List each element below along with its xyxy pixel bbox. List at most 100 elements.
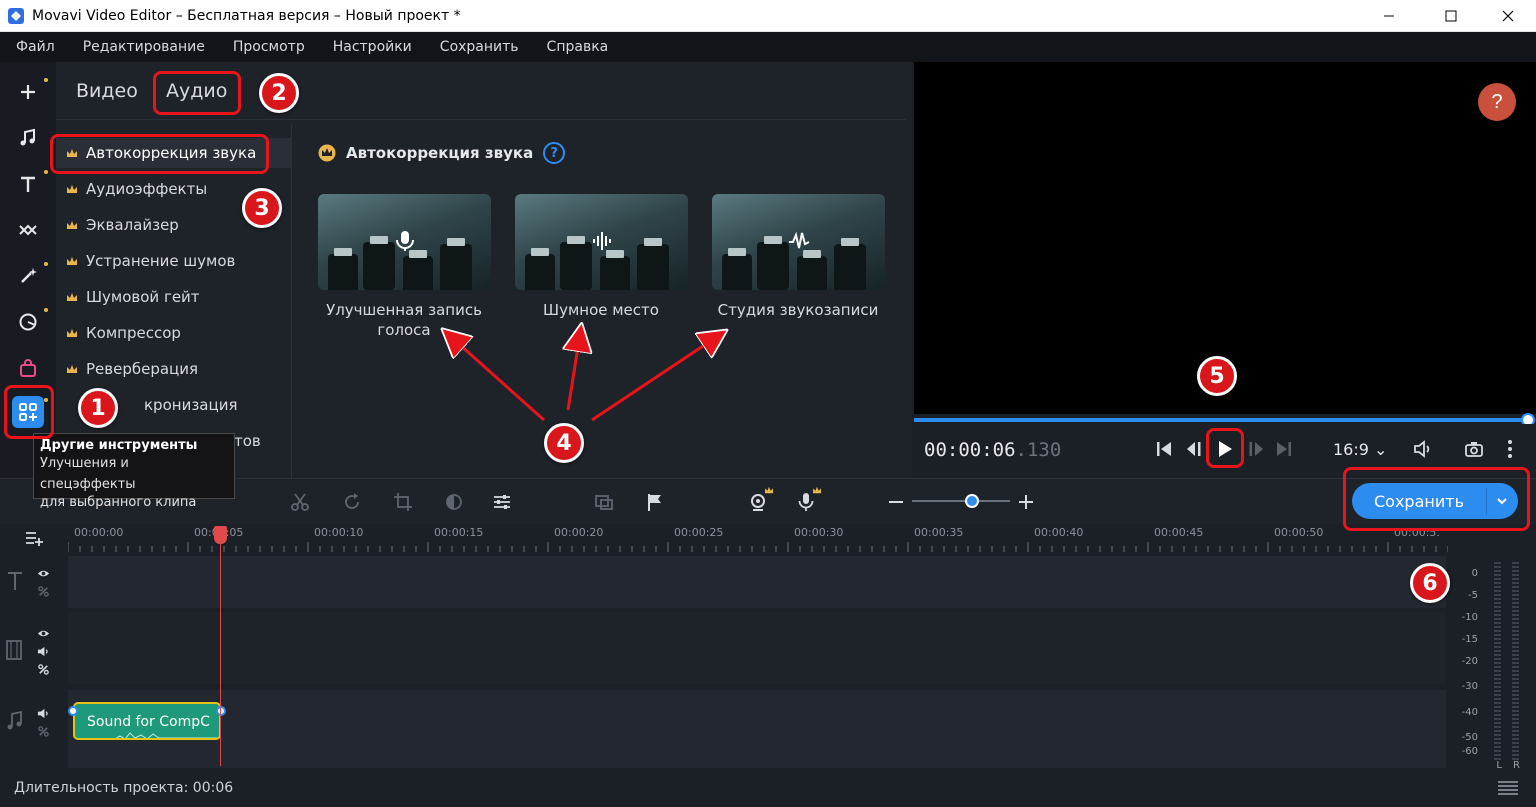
crop-button[interactable] — [391, 490, 415, 514]
video-track-header — [0, 624, 66, 680]
video-track[interactable] — [68, 612, 1446, 684]
list-item-reverb[interactable]: Реверберация — [66, 354, 198, 384]
effects-panel: Видео Аудио Автокоррекция звука Аудиоэфф… — [56, 62, 912, 478]
titles-tool-button[interactable] — [12, 168, 48, 200]
studio-wave-icon — [789, 231, 810, 249]
lock-toggle[interactable] — [36, 584, 50, 598]
annotation-badge: 1 — [78, 388, 118, 428]
card-label-noisy-place: Шумное место — [543, 301, 659, 319]
zoom-in-button[interactable] — [1014, 490, 1038, 514]
menu-save[interactable]: Сохранить — [440, 39, 519, 55]
ruler-label: 00:00:00 — [74, 526, 124, 539]
mute-toggle[interactable] — [36, 706, 50, 720]
volume-button[interactable] — [1411, 437, 1435, 461]
preset-card-voice[interactable] — [318, 194, 491, 290]
crown-icon — [67, 293, 77, 301]
app-logo-icon — [8, 7, 24, 24]
kebab-menu-icon — [1508, 440, 1512, 458]
card-label-voice: Улучшенная запись голоса — [326, 301, 482, 339]
playhead-handle[interactable] — [214, 526, 227, 544]
visibility-toggle[interactable] — [36, 626, 50, 640]
chevron-down-icon: ⌄ — [1374, 440, 1388, 459]
clip-fade-handle-left[interactable] — [68, 706, 78, 716]
music-tool-button[interactable] — [12, 122, 44, 154]
layout-icon[interactable] — [1497, 780, 1519, 798]
list-item-partial[interactable]: тов — [234, 426, 261, 456]
annotation-badge: 4 — [544, 423, 584, 463]
close-button[interactable] — [1485, 0, 1531, 32]
voice-record-button[interactable] — [794, 486, 821, 514]
list-item-equalizer[interactable]: Эквалайзер — [66, 210, 179, 240]
rotate-icon — [345, 493, 359, 509]
minimize-button[interactable] — [1366, 0, 1412, 32]
link-icon — [37, 585, 49, 597]
rotate-button[interactable] — [340, 490, 364, 514]
zoom-slider-handle[interactable] — [965, 494, 979, 508]
frame-back-icon — [1187, 442, 1201, 456]
speaker-icon — [37, 708, 48, 718]
snapshot-button[interactable] — [1462, 437, 1486, 461]
stickers-tool-button[interactable] — [12, 306, 48, 338]
zoom-slider-track[interactable] — [912, 500, 1010, 502]
ruler-label: 00:00:15 — [434, 526, 484, 539]
go-to-end-button[interactable] — [1272, 437, 1296, 461]
crown-icon — [67, 365, 77, 373]
color-adjust-button[interactable] — [442, 490, 466, 514]
add-track-button[interactable] — [22, 526, 46, 550]
menu-help[interactable]: Справка — [547, 39, 609, 55]
transition-icon — [19, 224, 37, 236]
menu-file[interactable]: Файл — [16, 39, 55, 55]
webcam-record-button[interactable] — [746, 486, 773, 514]
text-track[interactable] — [68, 556, 1446, 608]
menu-edit[interactable]: Редактирование — [83, 39, 205, 55]
overlay-button[interactable] — [592, 490, 616, 514]
clip-properties-button[interactable] — [490, 490, 514, 514]
meter-label: -50 — [1461, 732, 1478, 743]
transitions-tool-button[interactable] — [12, 214, 44, 246]
list-item-noise-gate[interactable]: Шумовой гейт — [66, 282, 200, 312]
music-note-icon — [20, 128, 35, 146]
cut-button[interactable] — [288, 490, 312, 514]
maximize-button[interactable] — [1428, 0, 1474, 32]
music-note-icon — [7, 710, 22, 730]
list-item-label: Аудиоэффекты — [86, 180, 208, 198]
previous-frame-button[interactable] — [1182, 437, 1206, 461]
tab-video[interactable]: Видео — [76, 80, 138, 102]
list-item-compressor[interactable]: Компрессор — [66, 318, 181, 348]
audio-track[interactable] — [68, 690, 1446, 768]
preset-card-noisy-place[interactable] — [515, 194, 688, 290]
sticker-icon — [19, 313, 37, 331]
menu-view[interactable]: Просмотр — [233, 39, 305, 55]
import-button[interactable] — [12, 76, 48, 108]
menu-settings[interactable]: Настройки — [333, 39, 412, 55]
link-icon — [37, 663, 49, 675]
mute-toggle[interactable] — [36, 644, 50, 658]
next-frame-button[interactable] — [1244, 437, 1268, 461]
crown-icon — [67, 257, 77, 265]
lock-toggle[interactable] — [36, 724, 50, 738]
preset-card-studio[interactable] — [712, 194, 885, 290]
aspect-ratio-dropdown[interactable]: 16:9 ⌄ — [1333, 440, 1387, 459]
store-tool-button[interactable] — [12, 352, 44, 384]
filters-tool-button[interactable] — [12, 260, 48, 292]
list-item-label: Эквалайзер — [86, 216, 179, 234]
zoom-out-button[interactable] — [884, 490, 908, 514]
list-item-noise-removal[interactable]: Устранение шумов — [66, 246, 235, 276]
audio-clip[interactable]: Sound for CompC — [73, 702, 221, 740]
list-item-audio-effects[interactable]: Аудиоэффекты — [66, 174, 207, 204]
playhead-line[interactable] — [220, 526, 221, 766]
visibility-toggle[interactable] — [36, 566, 50, 580]
help-button[interactable]: ? — [1478, 83, 1516, 121]
help-button[interactable]: ? — [543, 142, 566, 164]
shopping-bag-icon — [20, 359, 36, 377]
lock-toggle[interactable] — [36, 662, 50, 676]
seek-bar[interactable] — [914, 418, 1528, 422]
list-item-label: кронизация — [144, 396, 238, 414]
window-title: Movavi Video Editor – Бесплатная версия … — [32, 7, 461, 24]
go-to-start-button[interactable] — [1152, 437, 1176, 461]
list-item-sync[interactable]: кронизация — [144, 390, 237, 420]
ruler-label: 00:00:20 — [554, 526, 604, 539]
more-options-button[interactable] — [1498, 437, 1522, 461]
marker-button[interactable] — [643, 490, 667, 514]
clip-fade-handle-right[interactable] — [216, 706, 226, 716]
